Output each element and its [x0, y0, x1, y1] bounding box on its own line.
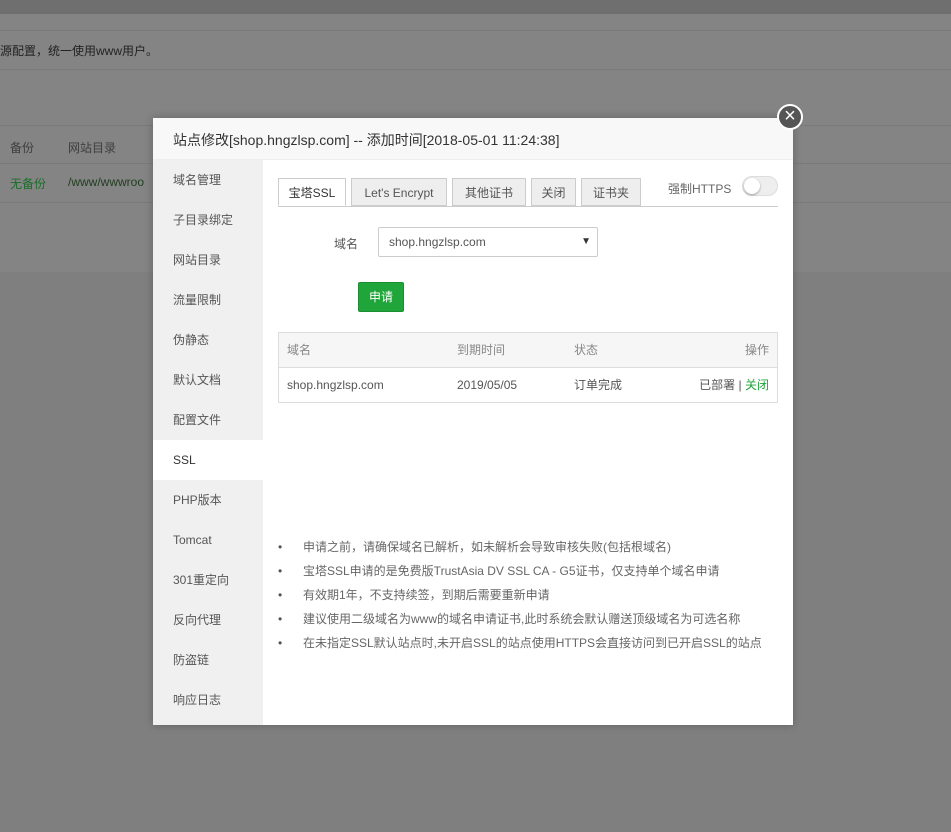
list-item: • 建议使用二级域名为www的域名申请证书,此时系统会默认赠送顶级域名为可选名称	[278, 607, 778, 631]
bullet-icon: •	[278, 540, 283, 554]
force-https-toggle[interactable]	[742, 176, 778, 196]
deployed-text: 已部署	[699, 378, 736, 392]
cell-domain: shop.hngzlsp.com	[287, 378, 384, 392]
bullet-icon: •	[278, 564, 283, 578]
list-item: • 有效期1年，不支持续签，到期后需要重新申请	[278, 583, 778, 607]
sidebar-item-ssl[interactable]: SSL	[153, 440, 263, 480]
cert-table: 域名 到期时间 状态 操作 shop.hngzlsp.com 2019/05/0…	[278, 332, 778, 403]
bullet-icon: •	[278, 636, 283, 650]
ssl-panel: 宝塔SSL Let's Encrypt 其他证书 关闭 证书夹 强制HTTPS …	[263, 160, 793, 725]
background-header-dir: 网站目录	[68, 141, 117, 155]
background-dir-cell: /www/wwwroo	[68, 175, 145, 189]
cell-expire: 2019/05/05	[457, 378, 518, 392]
ssl-notes: • 申请之前，请确保域名已解析，如未解析会导致审核失败(包括根域名) • 宝塔SSL…	[278, 535, 778, 655]
list-item: • 在未指定SSL默认站点时,未开启SSL的站点使用HTTPS会直接访问到已开启S…	[278, 631, 778, 655]
sidebar-item-301-redirect[interactable]: 301重定向	[153, 560, 263, 600]
sidebar-item-php-version[interactable]: PHP版本	[153, 480, 263, 520]
background-notice: 源配置，统一使用www用户。	[0, 44, 158, 58]
caret-down-icon: ▼	[581, 236, 591, 247]
tab-lets-encrypt[interactable]: Let's Encrypt	[351, 178, 447, 206]
list-item: • 宝塔SSL申请的是免费版TrustAsia DV SSL CA - G5证书，…	[278, 559, 778, 583]
tab-other-cert[interactable]: 其他证书	[452, 178, 526, 206]
header-status: 状态	[574, 343, 599, 357]
force-https-label: 强制HTTPS	[668, 182, 732, 196]
table-header-row: 域名 到期时间 状态 操作	[279, 333, 777, 368]
note-text: 有效期1年，不支持续签，到期后需要重新申请	[303, 588, 550, 602]
sidebar-item-response-log[interactable]: 响应日志	[153, 680, 263, 720]
sidebar-item-config-file[interactable]: 配置文件	[153, 400, 263, 440]
sidebar-item-traffic-limit[interactable]: 流量限制	[153, 280, 263, 320]
site-edit-modal: 站点修改[shop.hngzlsp.com] -- 添加时间[2018-05-0…	[153, 104, 803, 725]
tab-bt-ssl[interactable]: 宝塔SSL	[278, 178, 346, 206]
sidebar-item-hotlink[interactable]: 防盗链	[153, 640, 263, 680]
table-row: shop.hngzlsp.com 2019/05/05 订单完成 已部署 | 关…	[279, 368, 777, 402]
toggle-knob	[744, 178, 760, 194]
header-action: 操作	[744, 343, 769, 357]
cell-status: 订单完成	[574, 378, 623, 392]
sidebar-item-subdir-binding[interactable]: 子目录绑定	[153, 200, 263, 240]
modal-sidebar: 域名管理 子目录绑定 网站目录 流量限制 伪静态 默认文档 配置文件 SSL P…	[153, 160, 263, 725]
sidebar-item-domain[interactable]: 域名管理	[153, 160, 263, 200]
sidebar-item-reverse-proxy[interactable]: 反向代理	[153, 600, 263, 640]
note-text: 宝塔SSL申请的是免费版TrustAsia DV SSL CA - G5证书，仅…	[303, 564, 720, 578]
modal-title: 站点修改[shop.hngzlsp.com] -- 添加时间[2018-05-0…	[173, 132, 560, 148]
bullet-icon: •	[278, 588, 283, 602]
background-backup-cell: 无备份	[10, 177, 47, 191]
tab-cert-folder[interactable]: 证书夹	[581, 178, 641, 206]
background-header-backup: 备份	[10, 141, 35, 155]
sidebar-item-tomcat[interactable]: Tomcat	[153, 520, 263, 560]
header-domain: 域名	[287, 343, 312, 357]
cell-action: 已部署 | 关闭	[699, 368, 769, 402]
bullet-icon: •	[278, 612, 283, 626]
list-item: • 申请之前，请确保域名已解析，如未解析会导致审核失败(包括根域名)	[278, 535, 778, 559]
background-top-bar	[0, 0, 951, 14]
action-separator: |	[738, 378, 742, 392]
modal-header: 站点修改[shop.hngzlsp.com] -- 添加时间[2018-05-0…	[153, 118, 793, 160]
domain-select-value: shop.hngzlsp.com	[389, 235, 486, 249]
domain-select[interactable]: shop.hngzlsp.com ▼	[378, 227, 598, 257]
divider	[0, 69, 951, 70]
note-text: 在未指定SSL默认站点时,未开启SSL的站点使用HTTPS会直接访问到已开启SS…	[303, 636, 762, 650]
header-expire: 到期时间	[457, 343, 506, 357]
note-text: 申请之前，请确保域名已解析，如未解析会导致审核失败(包括根域名)	[303, 540, 671, 554]
apply-button[interactable]: 申请	[358, 282, 404, 312]
sidebar-item-default-doc[interactable]: 默认文档	[153, 360, 263, 400]
sidebar-item-site-dir[interactable]: 网站目录	[153, 240, 263, 280]
close-icon[interactable]: ×	[777, 104, 803, 130]
note-text: 建议使用二级域名为www的域名申请证书,此时系统会默认赠送顶级域名为可选名称	[303, 612, 741, 626]
divider	[0, 30, 951, 31]
domain-label: 域名	[334, 237, 359, 251]
close-ssl-link[interactable]: 关闭	[745, 378, 769, 392]
sidebar-item-rewrite[interactable]: 伪静态	[153, 320, 263, 360]
tab-close[interactable]: 关闭	[531, 178, 576, 206]
